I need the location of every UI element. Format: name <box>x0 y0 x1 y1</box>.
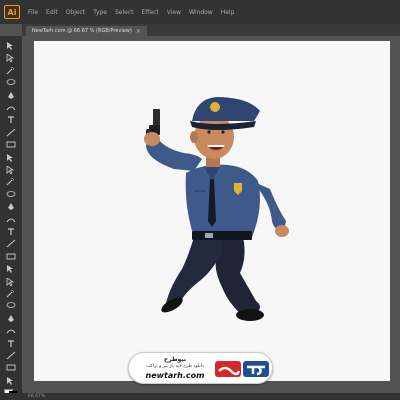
pen-tool-icon[interactable] <box>6 91 16 99</box>
right-hand <box>275 225 289 237</box>
menu-object[interactable]: Object <box>66 9 86 16</box>
eyedropper-tool-icon[interactable] <box>6 290 16 298</box>
watermark-tagline: دانلود طرح لایه باز بنر و تراکت <box>146 364 204 369</box>
menu-type[interactable]: Type <box>93 9 107 16</box>
scale-tool-icon[interactable] <box>6 203 16 211</box>
width-tool-icon[interactable] <box>6 216 16 223</box>
document-tab-bar: NewTarh.com @ 66.67 % (RGB/Preview) × <box>22 24 400 36</box>
face <box>194 115 234 159</box>
pencil-tool-icon[interactable] <box>6 166 16 174</box>
menu-view[interactable]: View <box>167 9 181 16</box>
symbol-sprayer-tool-icon[interactable] <box>6 314 16 322</box>
document-tab-title: NewTarh.com @ 66.67 % (RGB/Preview) <box>32 28 132 34</box>
eraser-tool-icon[interactable] <box>6 178 16 186</box>
document-tab[interactable]: NewTarh.com @ 66.67 % (RGB/Preview) × <box>26 26 147 36</box>
lasso-tool-icon[interactable] <box>6 79 16 86</box>
magic-wand-tool-icon[interactable] <box>6 66 16 75</box>
illustrator-window: Ai File Edit Object Type Select Effect V… <box>0 0 400 400</box>
menu-help[interactable]: Help <box>221 9 235 16</box>
newtarh-watermark: نیوطرح دانلود طرح لایه باز بنر و تراکت n… <box>128 352 273 384</box>
zoom-level[interactable]: 66.67% <box>28 394 45 399</box>
artboard[interactable] <box>34 41 390 381</box>
cap-badge-icon <box>210 102 220 112</box>
left-hand <box>144 132 160 146</box>
menu-edit[interactable]: Edit <box>46 9 58 16</box>
status-bar: 66.67% <box>0 393 400 400</box>
perspective-grid-tool-icon[interactable] <box>6 253 16 260</box>
menu-file[interactable]: File <box>28 9 38 16</box>
belt <box>192 231 252 240</box>
police-cap <box>192 97 260 121</box>
menu-window[interactable]: Window <box>189 9 213 16</box>
rotate-tool-icon[interactable] <box>6 190 16 198</box>
teeth <box>207 145 225 147</box>
tools-panel <box>0 36 22 400</box>
uniform-shirt <box>185 164 260 237</box>
direct-selection-tool-icon[interactable] <box>6 54 16 63</box>
police-officer-illustration <box>144 97 289 321</box>
hand-tool-icon[interactable] <box>6 364 16 371</box>
artboard-tool-icon[interactable] <box>6 339 16 347</box>
gradient-tool-icon[interactable] <box>6 277 16 286</box>
selection-tool-icon[interactable] <box>6 42 16 50</box>
paintbrush-tool-icon[interactable] <box>6 153 16 162</box>
column-graph-tool-icon[interactable] <box>6 327 16 334</box>
ear <box>190 131 198 143</box>
curvature-tool-icon[interactable] <box>6 104 16 111</box>
right-shoe <box>236 309 264 321</box>
slice-tool-icon[interactable] <box>6 352 16 360</box>
free-transform-tool-icon[interactable] <box>6 228 16 235</box>
watermark-brand: نیوطرح <box>163 356 187 363</box>
mesh-tool-icon[interactable] <box>6 265 16 274</box>
left-eye <box>207 130 211 134</box>
close-icon[interactable]: × <box>136 28 141 35</box>
watermark-url: newtarh.com <box>145 371 205 380</box>
blend-tool-icon[interactable] <box>6 302 16 309</box>
right-eye <box>221 130 225 134</box>
menu-effect[interactable]: Effect <box>142 9 159 16</box>
line-tool-icon[interactable] <box>6 128 16 137</box>
zoom-tool-icon[interactable] <box>6 376 16 385</box>
app-logo-icon[interactable]: Ai <box>4 5 20 19</box>
belt-buckle <box>205 233 213 238</box>
menu-select[interactable]: Select <box>115 9 134 16</box>
type-tool-icon[interactable] <box>6 116 16 124</box>
shape-builder-tool-icon[interactable] <box>6 240 16 248</box>
menu-bar: Ai File Edit Object Type Select Effect V… <box>0 0 400 24</box>
newtarh-logo-icon <box>215 361 269 377</box>
rectangle-tool-icon[interactable] <box>6 141 16 148</box>
